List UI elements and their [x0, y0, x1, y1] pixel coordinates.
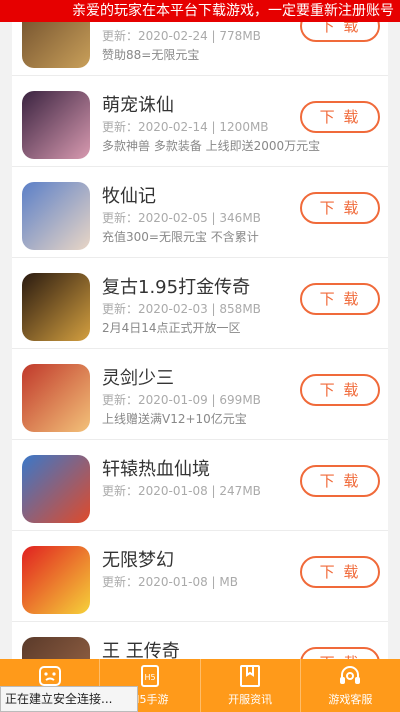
game-description: 充值300=无限元宝 不含累计	[102, 230, 259, 244]
announcement-text: 亲爱的玩家在本平台下载游戏，一定要重新注册账号	[72, 3, 394, 19]
game-title[interactable]: 轩辕热血仙境	[102, 455, 210, 481]
game-update-info: 更新：2020-02-05 | 346MB	[102, 211, 261, 225]
divider	[12, 75, 388, 76]
download-button[interactable]: 下 载	[300, 101, 380, 133]
game-title[interactable]: 灵剑少三	[102, 364, 174, 390]
game-update-info: 更新：2020-02-03 | 858MB	[102, 302, 261, 316]
game-update-info: 更新：2020-02-24 | 778MB	[102, 29, 261, 43]
game-update-info: 更新：2020-01-08 | MB	[102, 575, 238, 589]
connection-status: 正在建立安全连接...	[0, 686, 138, 712]
announcement-bar: 亲爱的玩家在本平台下载游戏，一定要重新注册账号	[0, 0, 400, 22]
headset-icon	[337, 663, 363, 692]
download-button[interactable]: 下 载	[300, 283, 380, 315]
divider	[12, 348, 388, 349]
game-list: 漠然传奇更新：2020-02-24 | 778MB赞助88=无限元宝下 载萌宠诛…	[12, 0, 388, 712]
game-description: 赞助88=无限元宝	[102, 48, 200, 62]
h5-icon: H5	[137, 663, 163, 692]
game-icon[interactable]	[22, 273, 90, 341]
game-title[interactable]: 萌宠诛仙	[102, 91, 174, 117]
divider	[12, 530, 388, 531]
divider	[12, 439, 388, 440]
game-description: 2月4日14点正式开放一区	[102, 321, 241, 335]
game-list-item[interactable]: 无限梦幻更新：2020-01-08 | MB 下 载	[12, 532, 388, 622]
game-list-item[interactable]: 轩辕热血仙境更新：2020-01-08 | 247MB 下 载	[12, 441, 388, 531]
tab-label: 开服资讯	[228, 693, 273, 706]
divider	[12, 166, 388, 167]
divider	[12, 621, 388, 622]
game-icon[interactable]	[22, 455, 90, 523]
download-button[interactable]: 下 载	[300, 556, 380, 588]
tab-service[interactable]: 游戏客服	[299, 659, 400, 712]
game-title[interactable]: 复古1.95打金传奇	[102, 273, 250, 299]
game-icon[interactable]	[22, 182, 90, 250]
game-list-item[interactable]: 复古1.95打金传奇更新：2020-02-03 | 858MB 2月4日14点正式…	[12, 259, 388, 349]
game-icon[interactable]	[22, 546, 90, 614]
download-button[interactable]: 下 载	[300, 374, 380, 406]
tab-label: 游戏客服	[328, 693, 373, 706]
download-button[interactable]: 下 载	[300, 465, 380, 497]
game-update-info: 更新：2020-02-14 | 1200MB	[102, 120, 269, 134]
book-icon	[237, 663, 263, 692]
game-update-info: 更新：2020-01-08 | 247MB	[102, 484, 261, 498]
game-title[interactable]: 牧仙记	[102, 182, 156, 208]
svg-text:H5: H5	[144, 673, 155, 682]
game-title[interactable]: 无限梦幻	[102, 546, 174, 572]
game-description: 上线赠送满V12+10亿元宝	[102, 412, 247, 426]
divider	[12, 257, 388, 258]
game-update-info: 更新：2020-01-09 | 699MB	[102, 393, 261, 407]
download-button[interactable]: 下 载	[300, 192, 380, 224]
game-list-item[interactable]: 灵剑少三更新：2020-01-09 | 699MB 上线赠送满V12+10亿元宝 下…	[12, 350, 388, 440]
game-list-item[interactable]: 萌宠诛仙更新：2020-02-14 | 1200MB 多款神兽 多款装备 上线即送…	[12, 77, 388, 167]
game-list-item[interactable]: 牧仙记更新：2020-02-05 | 346MB 充值300=无限元宝 不含累计 下…	[12, 168, 388, 258]
game-description: 多款神兽 多款装备 上线即送2000万元宝	[102, 139, 321, 153]
tab-news[interactable]: 开服资讯	[199, 659, 300, 712]
game-icon[interactable]	[22, 91, 90, 159]
game-icon[interactable]	[22, 364, 90, 432]
